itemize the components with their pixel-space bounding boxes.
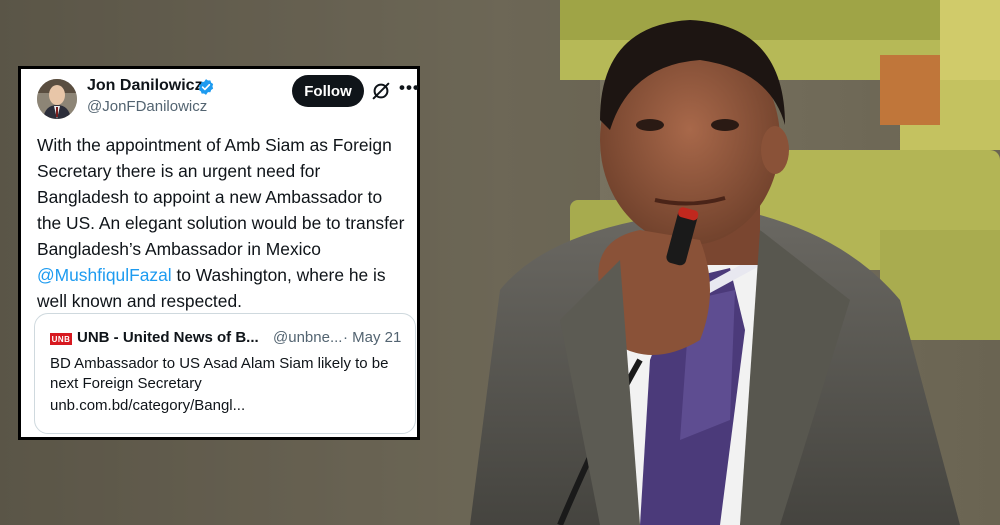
more-options-icon[interactable]: ••• xyxy=(399,78,420,98)
quoted-link[interactable]: unb.com.bd/category/Bangl... xyxy=(50,397,245,414)
grok-icon[interactable] xyxy=(370,80,392,102)
author-handle[interactable]: @JonFDanilowicz xyxy=(87,98,207,115)
quoted-source-name: UNB - United News of B... xyxy=(77,329,259,346)
mention-link[interactable]: @MushfiqulFazal xyxy=(37,265,172,285)
tweet-screenshot-frame: Jon Danilowicz @JonFDanilowicz Follow ••… xyxy=(18,66,420,440)
avatar-image xyxy=(37,79,77,119)
quoted-handle: @unbne... xyxy=(273,329,343,346)
verified-badge-icon xyxy=(198,79,214,95)
quoted-tweet[interactable]: UNB UNB - United News of B... @unbne... … xyxy=(34,313,416,434)
follow-button[interactable]: Follow xyxy=(292,75,364,107)
author-name[interactable]: Jon Danilowicz xyxy=(87,77,203,95)
tweet-text: With the appointment of Amb Siam as Fore… xyxy=(37,132,409,314)
tweet-text-part-1: With the appointment of Amb Siam as Fore… xyxy=(37,135,405,259)
tweet-card: Jon Danilowicz @JonFDanilowicz Follow ••… xyxy=(21,69,420,437)
avatar[interactable] xyxy=(37,79,77,119)
quoted-text: BD Ambassador to US Asad Alam Siam likel… xyxy=(50,355,389,392)
unb-logo-icon: UNB xyxy=(50,333,72,345)
quoted-date: · May 21 xyxy=(343,329,402,346)
